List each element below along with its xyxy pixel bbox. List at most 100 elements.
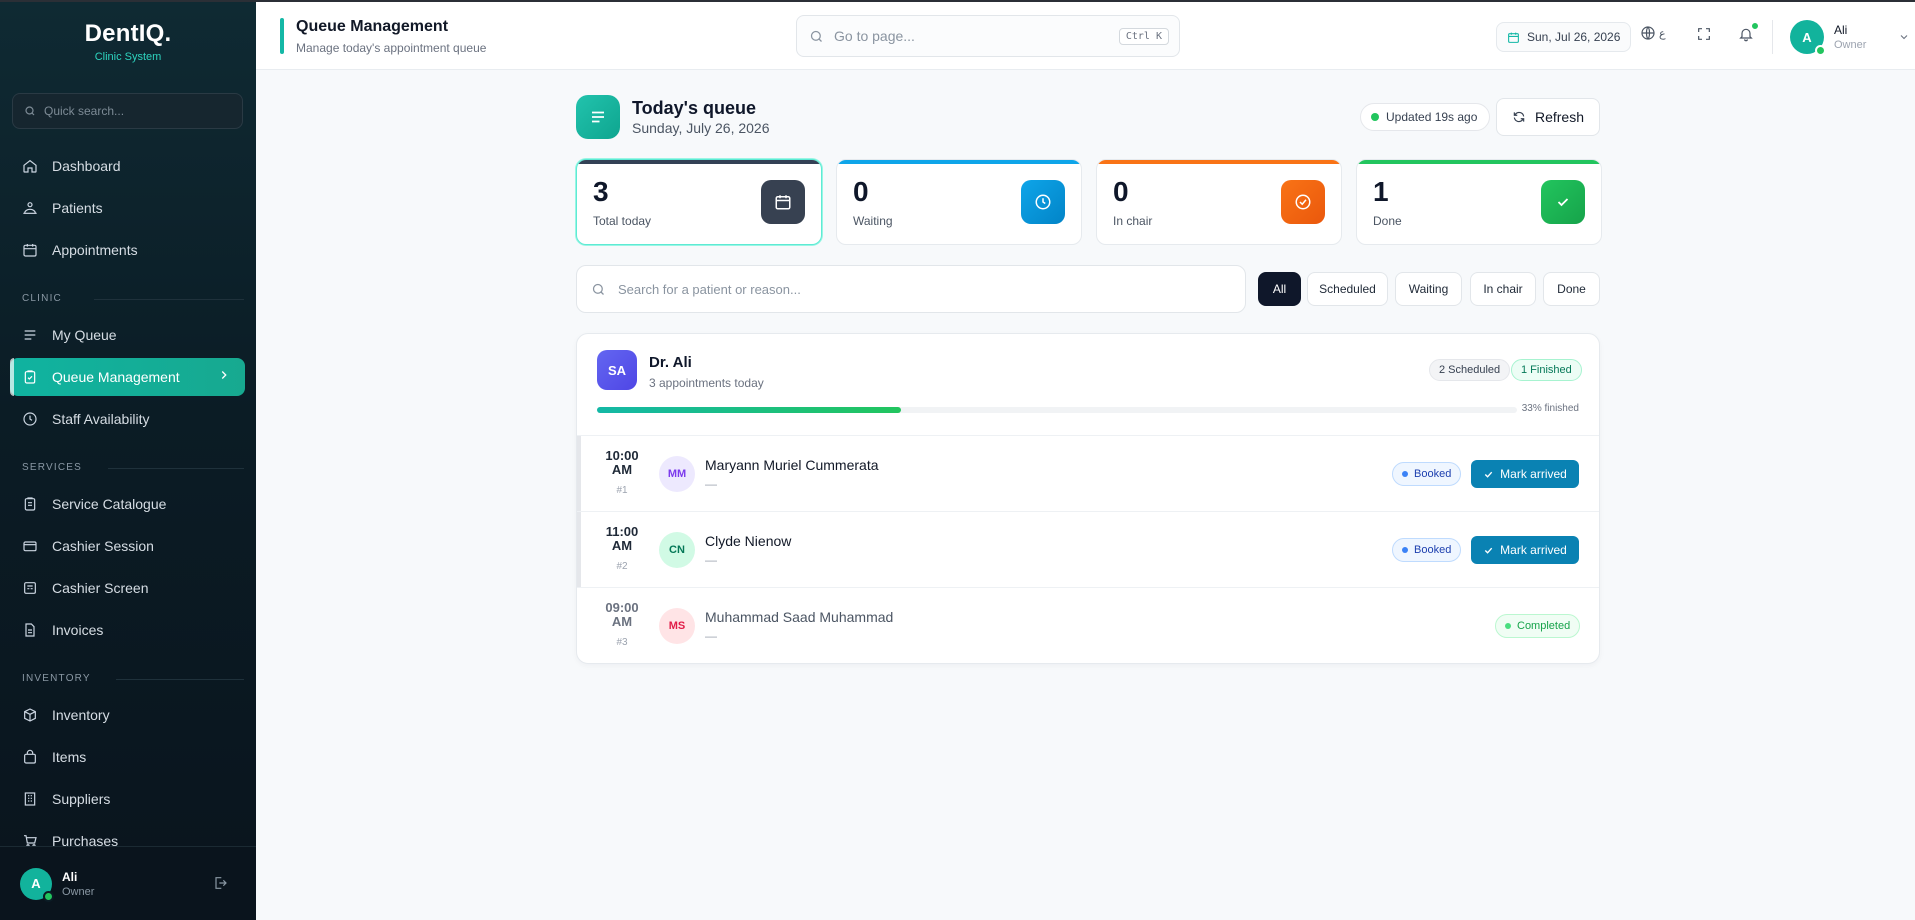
status-dot <box>1402 471 1408 477</box>
sidebar-item-patients[interactable]: Patients <box>10 189 245 227</box>
sidebar-item-label: Queue Management <box>52 369 180 385</box>
brand[interactable]: DentIQ. Clinic System <box>0 20 256 63</box>
stat-card-total[interactable]: 3 Total today <box>576 159 822 245</box>
table-row[interactable]: 11:00 AM #2 CN Clyde Nienow — Booked Mar… <box>577 511 1599 587</box>
sidebar-item-suppliers[interactable]: Suppliers <box>10 780 245 818</box>
section-label-clinic: CLINIC <box>22 293 244 304</box>
sidebar-item-queue-management[interactable]: Queue Management <box>10 358 245 396</box>
mark-arrived-button[interactable]: Mark arrived <box>1471 460 1579 488</box>
language-switcher[interactable]: ع <box>1640 25 1666 41</box>
sidebar-item-appointments[interactable]: Appointments <box>10 231 245 269</box>
chevron-right-icon <box>221 371 227 379</box>
stat-value: 1 <box>1373 176 1389 207</box>
online-status-dot <box>1815 45 1826 56</box>
clipboard-icon <box>24 497 36 511</box>
goto-page-input[interactable]: Go to page... Ctrl K <box>796 15 1180 57</box>
clock-icon <box>23 412 37 426</box>
goto-placeholder: Go to page... <box>834 28 915 44</box>
filter-scheduled[interactable]: Scheduled <box>1307 272 1388 306</box>
patient-name[interactable]: Muhammad Saad Muhammad <box>705 609 893 625</box>
clipboard-check-icon <box>24 370 36 384</box>
refresh-button[interactable]: Refresh <box>1496 98 1600 136</box>
stat-icon-tile <box>1541 180 1585 224</box>
doctor-avatar: SA <box>597 350 637 390</box>
sidebar-item-dashboard[interactable]: Dashboard <box>10 147 245 185</box>
stat-accent-bar <box>1097 160 1341 164</box>
sidebar-item-label: Appointments <box>52 242 138 258</box>
stat-label: In chair <box>1113 214 1153 228</box>
sidebar-item-items[interactable]: Items <box>10 738 245 776</box>
fullscreen-icon[interactable] <box>1696 26 1712 42</box>
sidebar-item-label: Invoices <box>52 622 104 638</box>
refresh-icon <box>1513 111 1525 123</box>
stat-card-waiting[interactable]: 0 Waiting <box>836 159 1082 245</box>
file-icon <box>25 623 35 637</box>
clock-icon <box>1035 194 1051 210</box>
list-icon <box>24 330 36 340</box>
sidebar-item-staff-availability[interactable]: Staff Availability <box>10 400 245 438</box>
sidebar-item-service-catalogue[interactable]: Service Catalogue <box>10 485 245 523</box>
sidebar-item-my-queue[interactable]: My Queue <box>10 316 245 354</box>
appointment-reason: — <box>705 477 717 491</box>
sidebar-item-label: Patients <box>52 200 103 216</box>
progress-label: 33% finished <box>1521 403 1579 414</box>
patient-name[interactable]: Maryann Muriel Cummerata <box>705 457 879 473</box>
stat-card-done[interactable]: 1 Done <box>1356 159 1602 245</box>
page-title: Queue Management <box>296 18 449 35</box>
calendar-icon <box>1508 32 1519 43</box>
patient-search-input[interactable]: Search for a patient or reason... <box>576 265 1246 313</box>
row-accent-bar <box>577 436 581 511</box>
live-status-dot <box>1371 113 1379 121</box>
sidebar-item-label: Staff Availability <box>52 411 150 427</box>
doctor-name: Dr. Ali <box>649 354 692 371</box>
table-row[interactable]: 10:00 AM #1 MM Maryann Muriel Cummerata … <box>577 435 1599 511</box>
check-circle-icon <box>1295 194 1311 210</box>
filter-in-chair[interactable]: In chair <box>1470 272 1536 306</box>
stat-icon-tile <box>1281 180 1325 224</box>
avatar: A <box>1790 20 1826 56</box>
sidebar-item-label: Cashier Session <box>52 538 154 554</box>
brand-subtitle: Clinic System <box>94 51 162 63</box>
progress-fill <box>597 407 901 413</box>
header-user-menu[interactable]: A Ali Owner <box>1790 20 1910 56</box>
sidebar-item-invoices[interactable]: Invoices <box>10 611 245 649</box>
sidebar-item-cashier-session[interactable]: Cashier Session <box>10 527 245 565</box>
stat-icon-tile <box>1021 180 1065 224</box>
patient-search-placeholder: Search for a patient or reason... <box>618 281 801 297</box>
sidebar-item-cashier-screen[interactable]: Cashier Screen <box>10 569 245 607</box>
sidebar-search-input[interactable]: Quick search... <box>12 93 243 129</box>
status-dot <box>1505 623 1511 629</box>
appointment-time: 10:00 AM <box>605 448 639 477</box>
globe-icon <box>1641 26 1655 40</box>
bag-icon <box>24 749 36 764</box>
filter-waiting[interactable]: Waiting <box>1395 272 1462 306</box>
queue-icon-tile <box>576 95 620 139</box>
stat-accent-bar <box>1357 160 1601 164</box>
calendar-icon <box>775 195 791 210</box>
search-icon <box>810 30 822 42</box>
wallet-icon <box>23 541 37 552</box>
status-badge: Booked <box>1392 538 1462 562</box>
page-subtitle: Manage today's appointment queue <box>296 41 487 55</box>
stat-accent-bar <box>577 160 821 164</box>
date-chip[interactable]: Sun, Jul 26, 2026 <box>1496 22 1632 52</box>
sidebar-user[interactable]: A Ali Owner <box>0 846 256 920</box>
filter-all[interactable]: All <box>1258 272 1301 306</box>
patients-icon <box>23 202 37 214</box>
logout-icon[interactable] <box>212 875 228 891</box>
doctor-appointments-count: 3 appointments today <box>649 376 764 390</box>
mark-arrived-button[interactable]: Mark arrived <box>1471 536 1579 564</box>
sidebar-item-inventory[interactable]: Inventory <box>10 696 245 734</box>
stat-card-in-chair[interactable]: 0 In chair <box>1096 159 1342 245</box>
brand-name: DentIQ. <box>84 20 172 47</box>
status-badge: Completed <box>1495 614 1581 638</box>
stat-value: 0 <box>853 176 869 207</box>
table-row[interactable]: 09:00 AM #3 MS Muhammad Saad Muhammad — … <box>577 587 1599 663</box>
section-label-inventory: INVENTORY <box>22 673 244 684</box>
top-header: Queue Management Manage today's appointm… <box>256 2 1915 70</box>
filter-done[interactable]: Done <box>1543 272 1600 306</box>
register-icon <box>24 582 36 594</box>
window-top-edge <box>0 0 1915 2</box>
box-icon <box>24 708 36 722</box>
patient-name[interactable]: Clyde Nienow <box>705 533 791 549</box>
